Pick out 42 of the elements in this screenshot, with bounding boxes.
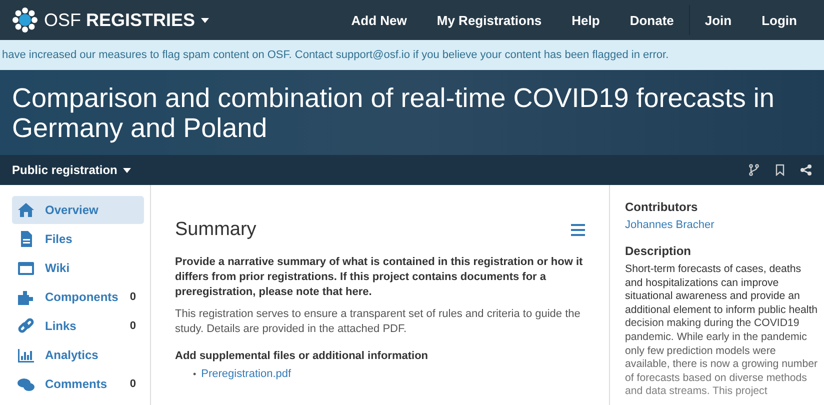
nav-link[interactable]: Add New [336, 12, 422, 28]
item-count: 0 [130, 378, 137, 390]
page-title: Comparison and combination of real-time COVID19 forecasts in Germany and Poland [12, 82, 776, 142]
links-icon [17, 317, 35, 335]
analytics-icon [17, 346, 35, 364]
contributors-heading: Contributors [625, 200, 699, 214]
components-icon [17, 288, 35, 306]
contributor-link[interactable]: Johannes Bracher [625, 219, 818, 231]
home-icon [17, 201, 35, 219]
sidebar-item[interactable]: Links 0 [12, 312, 144, 340]
nav-link[interactable]: Login [746, 12, 812, 28]
menu-icon[interactable] [571, 224, 585, 236]
caret-icon[interactable] [201, 18, 210, 22]
logo-icon[interactable] [12, 7, 38, 33]
alert-text: have increased our measures to flag spam content on OSF. Contact support@osf.io if you believe your content has been flagged in error. [2, 49, 669, 61]
question-text: Provide a narrative summary of what is contained in this registration or how it differs from prior registrations. If this project contains documents for a preregistration, please note that here. [175, 255, 584, 300]
sidebar-item[interactable]: Overview [12, 196, 144, 224]
caret-icon[interactable] [123, 168, 132, 172]
nav-link[interactable]: Help [556, 12, 615, 28]
share-icon[interactable] [800, 164, 812, 176]
nav-link[interactable]: Donate [614, 12, 689, 28]
nav-link[interactable]: Join [690, 12, 747, 28]
nav-link[interactable]: My Registrations [422, 12, 557, 28]
sidebar-item[interactable]: Files [12, 225, 144, 253]
file-link[interactable]: Preregistration.pdf [201, 368, 292, 380]
sidebar-item[interactable]: Wiki [12, 254, 144, 282]
sidebar-item[interactable]: Components 0 [12, 283, 144, 311]
item-count: 0 [130, 291, 137, 303]
registration-dropdown[interactable]: Public registration [12, 163, 132, 177]
sidebar-item[interactable]: Comments 0 [12, 370, 144, 398]
sidebar-item[interactable]: Analytics [12, 341, 144, 369]
description-heading: Description [625, 244, 692, 258]
section-heading: Summary [175, 219, 256, 241]
brand-name[interactable]: OSF REGISTRIES [44, 10, 196, 30]
answer-text: This registration serves to ensure a transparent set of rules and criteria to guide the study. Details are provided in the attached PDF. [175, 307, 582, 337]
subheading: Add supplemental files or additional information [175, 350, 430, 362]
wiki-icon [17, 259, 35, 277]
item-count: 0 [130, 320, 137, 332]
fork-icon[interactable] [748, 164, 760, 176]
description-text: Short-term forecasts of cases, deaths and hospitalizations can improve situational awareness and provide an additional element to inform public health decision making during the COVID19 pandemic. While early in the pandemic only few prediction models were available, there is now a growing number of forecasts based on diverse methods and data streams. This project [625, 263, 818, 399]
bookmark-icon[interactable] [774, 164, 786, 176]
bullet: • [193, 369, 196, 379]
